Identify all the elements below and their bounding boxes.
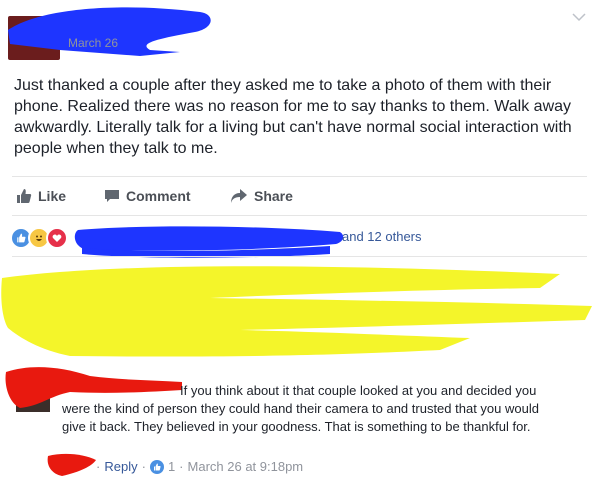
love-icon	[46, 227, 68, 249]
name-redaction	[8, 7, 211, 56]
like-count[interactable]: 1	[168, 459, 175, 474]
reply-timestamp[interactable]: March 26 at 9:18pm	[188, 459, 304, 474]
thumbs-up-icon	[17, 189, 32, 203]
comment-redaction	[1, 266, 592, 357]
separator-dot: ·	[179, 459, 184, 474]
reply-text: If you think about it that couple looked…	[62, 383, 539, 434]
post-text: Just thanked a couple after they asked m…	[14, 77, 572, 157]
like-button[interactable]: Like	[16, 185, 66, 207]
divider	[12, 256, 587, 257]
divider	[12, 176, 587, 177]
like-count-icon	[149, 459, 164, 474]
reply-meta: · Reply · 1 · March 26 at 9:18pm	[96, 459, 303, 474]
comment-icon	[105, 190, 119, 202]
like-label: Like	[38, 188, 67, 204]
comment-button[interactable]: Comment	[104, 185, 191, 207]
share-icon	[231, 189, 247, 203]
reply-link[interactable]: Reply	[104, 459, 137, 474]
share-label: Share	[254, 188, 293, 204]
reaction-icons[interactable]	[10, 227, 68, 249]
reactions-others-link[interactable]: and 12 others	[342, 229, 422, 244]
post-date[interactable]: March 26	[68, 36, 118, 50]
chevron-down-icon[interactable]	[572, 12, 586, 22]
separator-dot: ·	[141, 459, 146, 474]
separator-dot: ·	[96, 459, 101, 474]
comment-label: Comment	[126, 188, 191, 204]
share-button[interactable]: Share	[230, 185, 293, 207]
reply-author-redaction	[47, 453, 96, 476]
divider	[12, 215, 587, 216]
reactors-redaction	[74, 226, 344, 258]
